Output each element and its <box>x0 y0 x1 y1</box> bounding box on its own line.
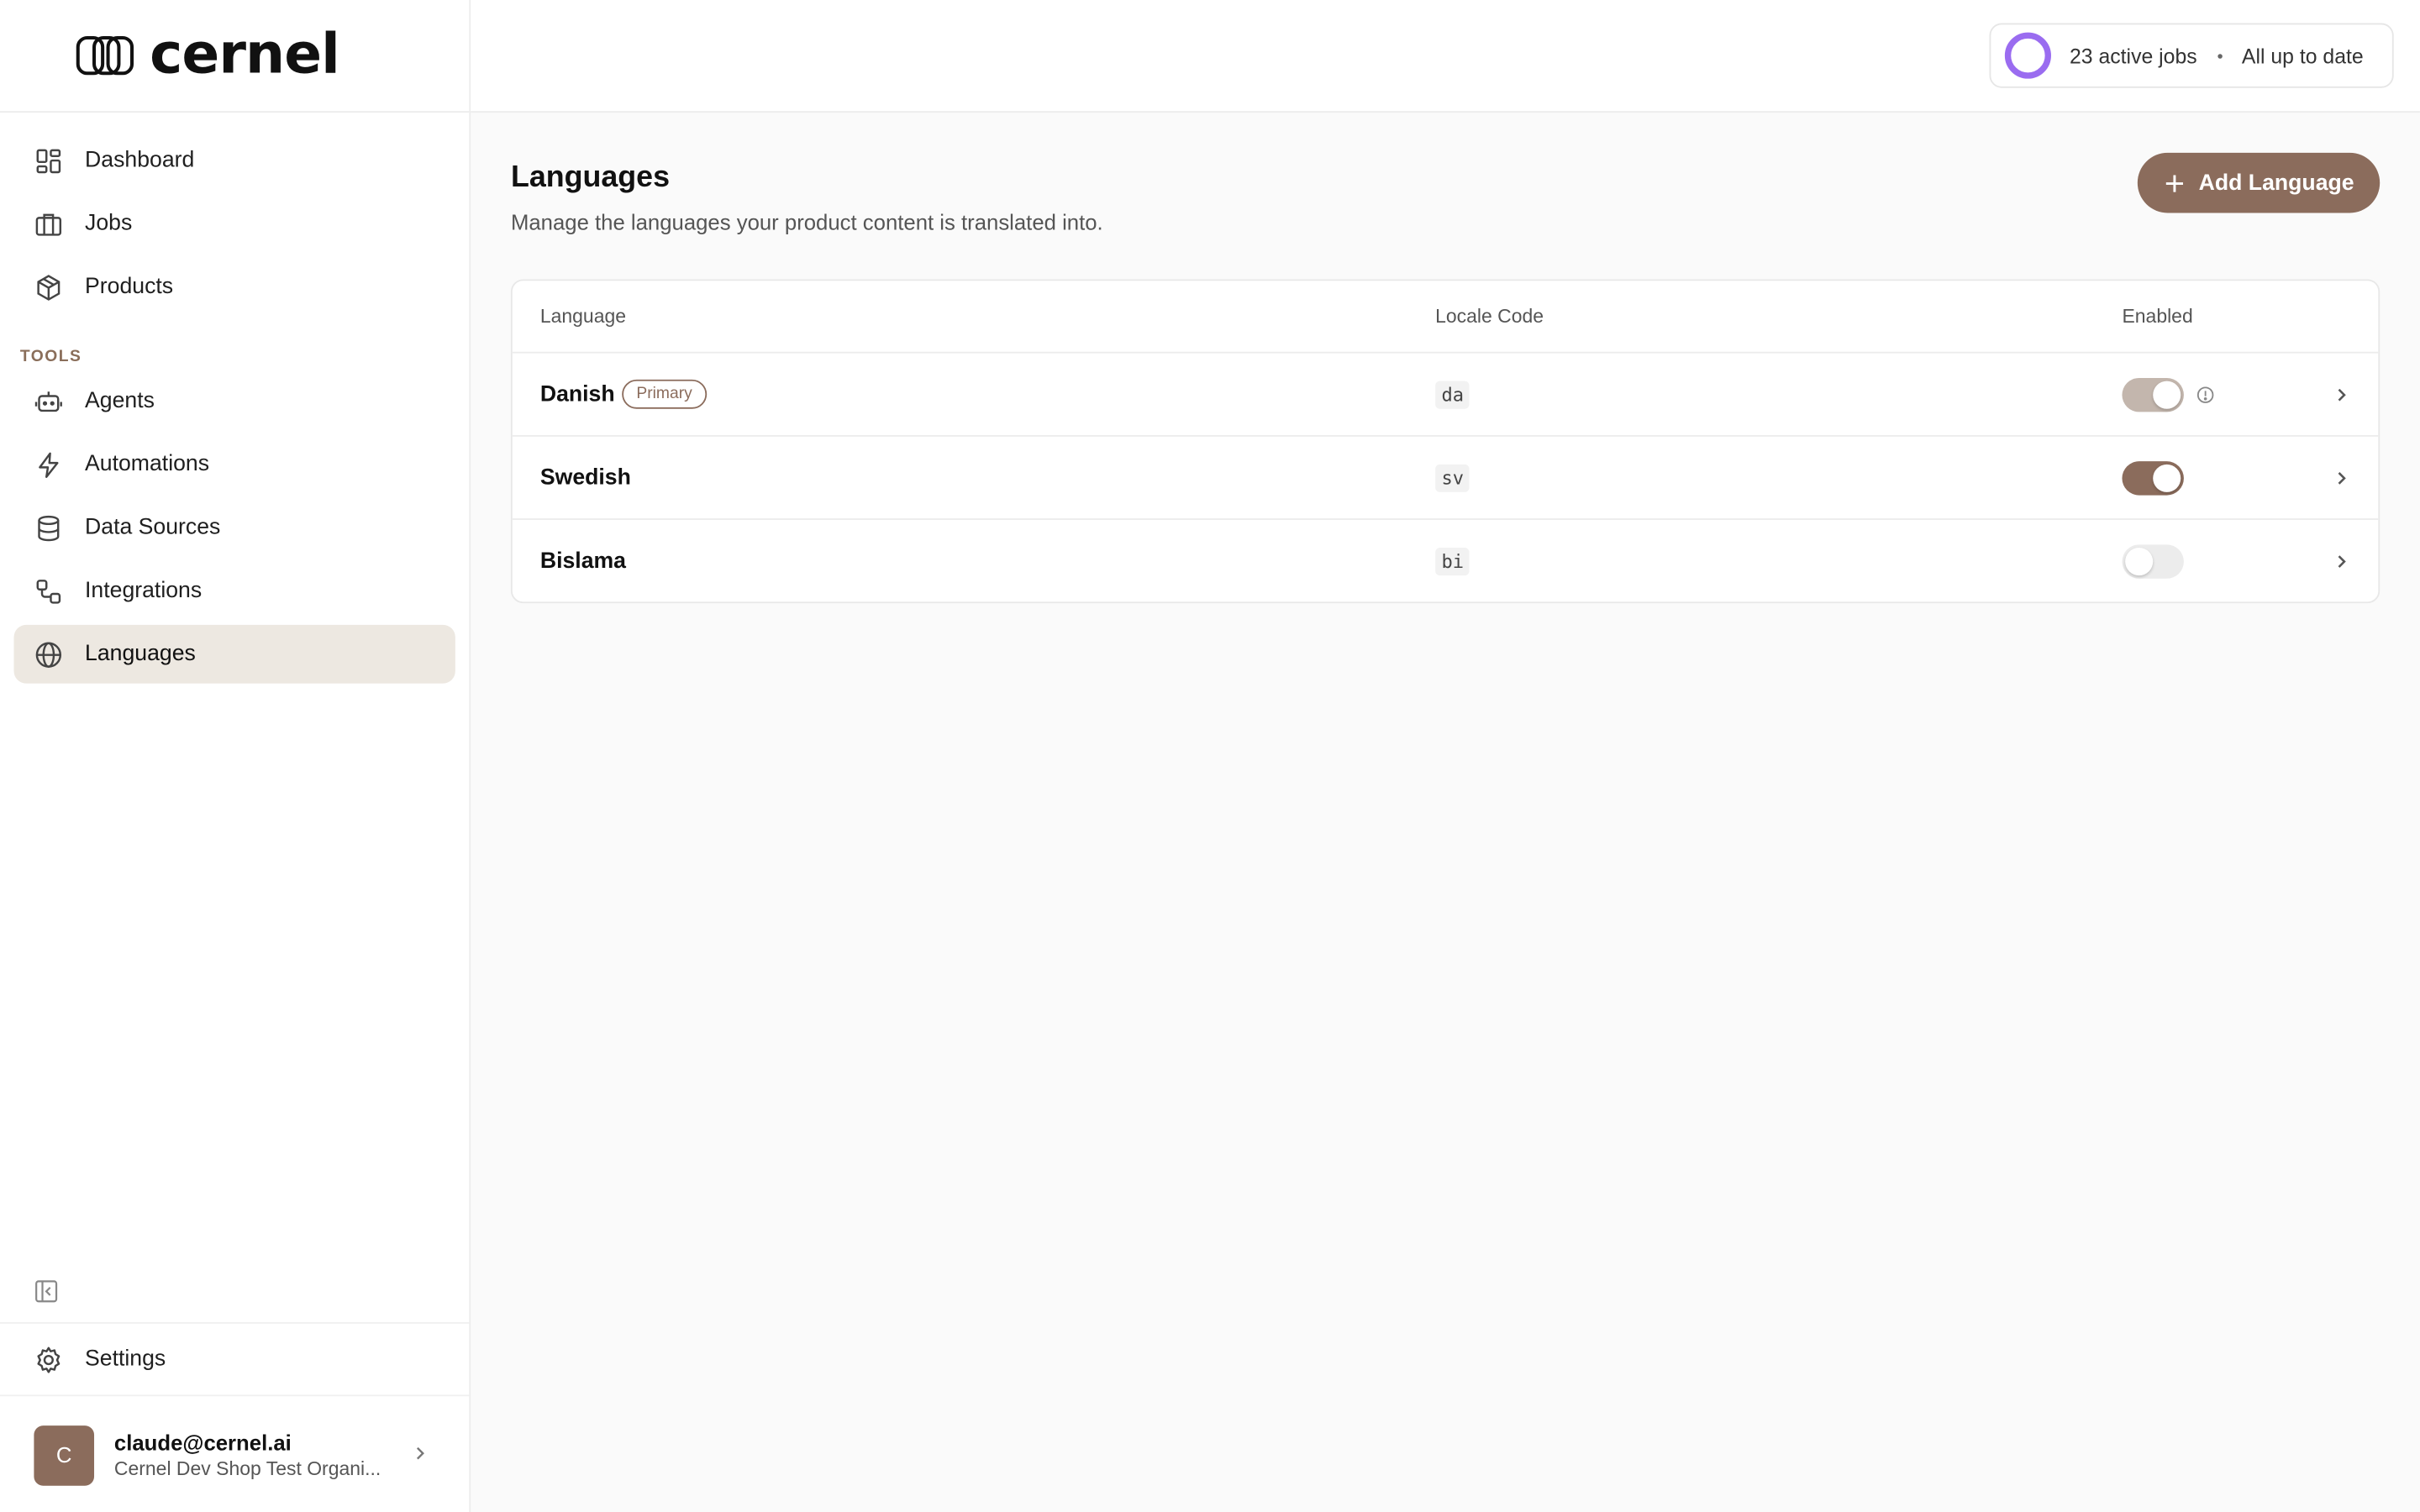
sidebar-item-settings[interactable]: Settings <box>0 1322 470 1397</box>
locale-code: bi <box>1435 548 1470 576</box>
enabled-toggle-disabled <box>2122 377 2184 412</box>
locale-code: sv <box>1435 463 1470 491</box>
active-jobs-status[interactable]: 23 active jobs All up to date <box>1989 23 2394 88</box>
language-cell: Bislama <box>540 549 626 574</box>
active-jobs-count: 23 active jobs <box>2070 44 2197 67</box>
toggle-knob <box>2153 380 2181 408</box>
app-root: cernel Dashboard Jobs Products TOOLS Age… <box>0 0 2420 1512</box>
brand-name: cernel <box>150 23 340 87</box>
sidebar-item-automations[interactable]: Automations <box>14 435 455 494</box>
separator-dot <box>2217 53 2223 58</box>
progress-ring-icon <box>2004 32 2051 79</box>
tools-section-title: TOOLS <box>19 347 82 366</box>
chevron-right-icon[interactable] <box>2332 468 2350 486</box>
sidebar-item-agents[interactable]: Agents <box>14 372 455 431</box>
add-language-label: Add Language <box>2198 170 2354 196</box>
sidebar-item-dashboard[interactable]: Dashboard <box>14 131 455 190</box>
sync-status-text: All up to date <box>2241 44 2364 67</box>
sidebar-item-label: Data Sources <box>85 515 221 540</box>
sidebar-item-jobs[interactable]: Jobs <box>14 194 455 253</box>
locale-cell: bi <box>1435 548 1470 576</box>
enabled-cell <box>2122 460 2184 495</box>
sidebar-item-label: Products <box>85 274 174 300</box>
sidebar-item-data-sources[interactable]: Data Sources <box>14 498 455 557</box>
page-title: Languages <box>510 160 671 195</box>
sidebar-nav: Dashboard Jobs Products TOOLS Agents Aut… <box>13 131 455 688</box>
table-row-swedish[interactable]: Swedish sv <box>512 437 2379 520</box>
language-name: Swedish <box>539 465 631 491</box>
sidebar-item-label: Dashboard <box>85 148 195 173</box>
settings-label: Settings <box>85 1347 166 1372</box>
enabled-cell <box>2122 377 2215 412</box>
plus-icon <box>2165 174 2183 192</box>
user-info: claude@cernel.ai Cernel Dev Shop Test Or… <box>114 1431 381 1480</box>
chevron-right-icon[interactable] <box>2332 385 2350 403</box>
lightning-icon <box>39 451 59 478</box>
toggle-knob <box>2153 463 2181 491</box>
gear-icon <box>37 1346 60 1373</box>
enabled-toggle[interactable] <box>2122 544 2184 579</box>
sidebar-item-languages[interactable]: Languages <box>13 624 455 684</box>
brand-logo[interactable]: cernel <box>0 0 470 113</box>
user-email: claude@cernel.ai <box>113 1430 292 1456</box>
languages-table: Language Locale Code Enabled Danish Prim… <box>510 279 2381 604</box>
cernel-logo-icon <box>76 35 134 76</box>
column-header-language: Language <box>539 305 627 328</box>
sidebar-item-label: Agents <box>85 388 155 414</box>
page-description: Manage the languages your product conten… <box>510 209 1103 235</box>
primary-badge: Primary <box>622 380 707 409</box>
locale-cell: da <box>1435 380 1470 408</box>
locale-code: da <box>1435 380 1470 408</box>
sidebar-item-label: Jobs <box>85 211 133 237</box>
dashboard-icon <box>36 148 61 173</box>
database-icon <box>38 514 60 541</box>
collapse-sidebar-icon[interactable] <box>34 1279 58 1304</box>
info-icon[interactable] <box>2196 385 2215 403</box>
chevron-right-icon <box>416 1446 424 1460</box>
sidebar-item-label: Integrations <box>85 578 203 604</box>
column-header-enabled: Enabled <box>2122 305 2193 328</box>
sidebar-item-integrations[interactable]: Integrations <box>14 562 455 621</box>
robot-icon <box>34 391 62 412</box>
sidebar-item-products[interactable]: Products <box>14 258 455 317</box>
table-row-bislama[interactable]: Bislama bi <box>513 520 2379 601</box>
topbar: 23 active jobs All up to date <box>471 0 2420 113</box>
package-icon <box>37 274 60 300</box>
language-name: Danish <box>539 381 615 407</box>
column-header-locale: Locale Code <box>1435 305 1544 328</box>
toggle-knob <box>2125 548 2154 576</box>
chevron-right-icon[interactable] <box>2332 553 2350 571</box>
sidebar-item-label: Automations <box>85 452 210 477</box>
avatar: C <box>34 1425 95 1485</box>
integrations-icon <box>36 579 61 603</box>
globe-icon <box>35 641 62 667</box>
enabled-cell <box>2122 544 2184 579</box>
language-cell: Swedish <box>540 465 631 490</box>
language-name: Bislama <box>539 549 627 575</box>
enabled-toggle[interactable] <box>2122 460 2184 495</box>
sidebar: cernel Dashboard Jobs Products TOOLS Age… <box>0 0 471 1512</box>
briefcase-icon <box>35 213 62 235</box>
user-organization: Cernel Dev Shop Test Organi... <box>113 1457 381 1480</box>
sidebar-item-label: Languages <box>85 642 196 667</box>
language-cell: Danish Primary <box>539 380 707 409</box>
locale-cell: sv <box>1435 463 1470 491</box>
user-account-menu[interactable]: C claude@cernel.ai Cernel Dev Shop Test … <box>0 1398 469 1512</box>
add-language-button[interactable]: Add Language <box>2137 152 2381 213</box>
table-header: Language Locale Code Enabled <box>512 281 2379 354</box>
table-row-danish[interactable]: Danish Primary da <box>512 354 2379 437</box>
